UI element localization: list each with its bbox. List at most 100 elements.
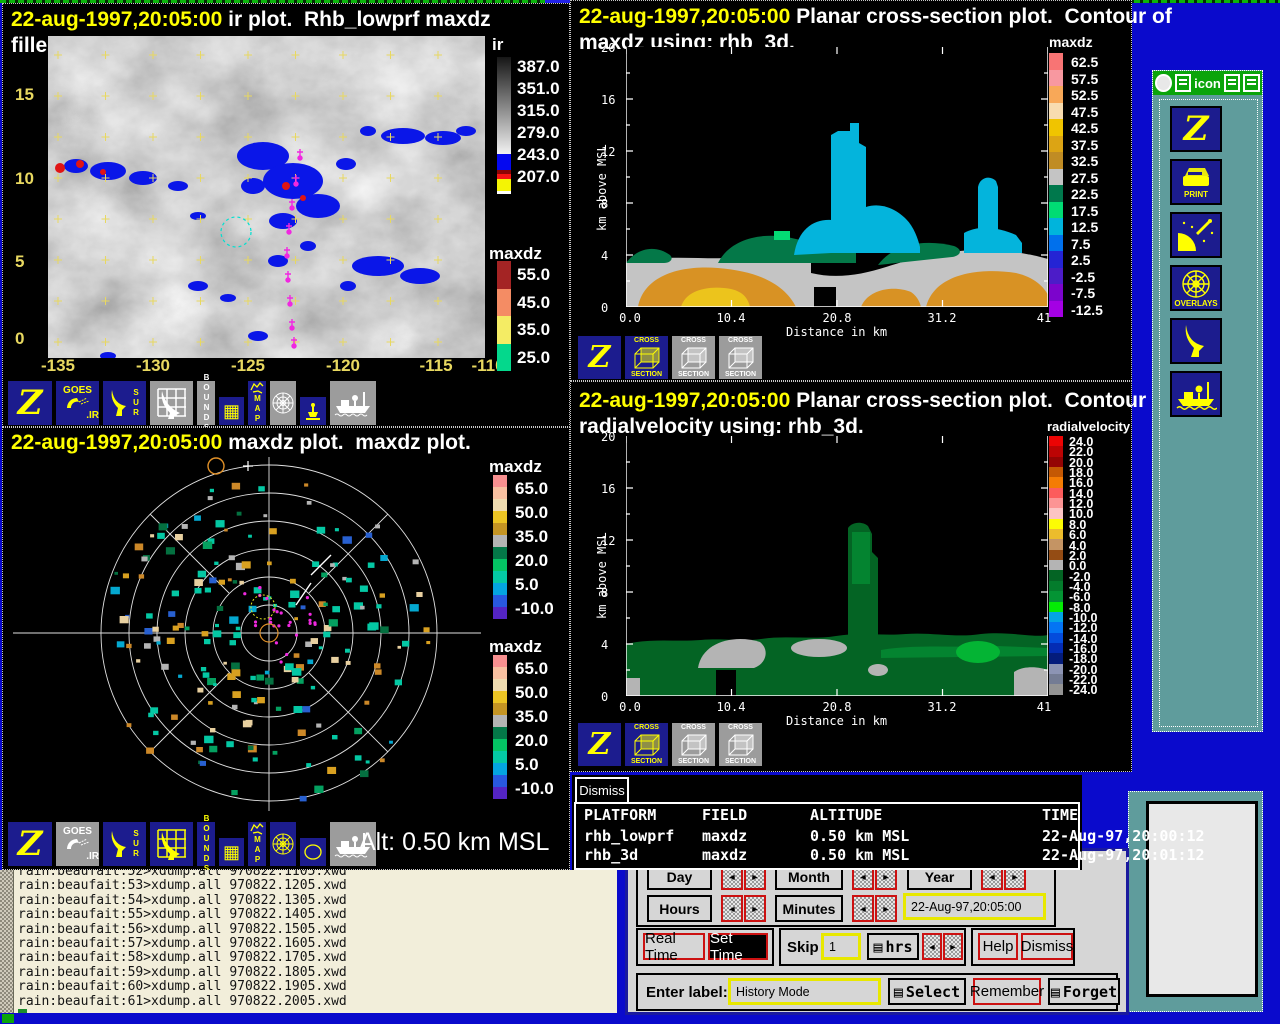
tick-label: -10.0 — [515, 779, 554, 799]
forget-button[interactable]: ▤Forget — [1048, 978, 1120, 1005]
ship-platform-button[interactable] — [1170, 371, 1222, 417]
reflectivity-cell — [230, 640, 237, 645]
reflectivity-cell — [156, 641, 160, 644]
goes-ir-button[interactable]: GOES .IR — [55, 380, 100, 426]
zeb-menu-button[interactable]: Z — [7, 821, 53, 867]
polar-grid-button[interactable] — [269, 821, 297, 867]
reflectivity-cell — [198, 571, 206, 578]
label-field[interactable]: History Mode — [728, 978, 881, 1005]
tick-label: -115 — [419, 356, 452, 376]
radar-button[interactable] — [1170, 318, 1222, 364]
zeb-menu-button[interactable]: Z — [577, 722, 622, 767]
xs2-colorbar-label: radialvelocity — [1047, 419, 1130, 434]
bounds-button[interactable]: BOUNDS — [196, 821, 216, 867]
dismiss-button[interactable]: Dismiss — [1021, 933, 1073, 960]
zeb-menu-button[interactable]: Z — [7, 380, 53, 426]
tick-label: 4 — [601, 249, 608, 263]
skip-back-spinner[interactable]: ◄ — [922, 933, 942, 960]
map-button[interactable]: MAP — [247, 821, 267, 867]
window-menu-icon[interactable] — [1155, 74, 1172, 92]
polar-grid-button[interactable] — [269, 380, 297, 426]
hours-button[interactable]: Hours — [647, 895, 712, 922]
platform-column-header: TIME — [1042, 806, 1078, 825]
reflectivity-cell — [166, 547, 175, 554]
cross-section-button-active[interactable]: CROSS SECTION — [624, 335, 669, 380]
hours-increment-spinner[interactable]: ► — [744, 895, 766, 922]
skip-units-button[interactable]: ▤hrs — [867, 933, 919, 960]
remember-button[interactable]: Remember — [973, 978, 1041, 1005]
terminal-scrollbar[interactable] — [0, 870, 14, 1013]
minutes-increment-spinner[interactable]: ► — [875, 895, 897, 922]
reflectivity-cell — [273, 751, 278, 755]
goes-ir-button[interactable]: GOES .IR — [55, 821, 100, 867]
cross-section-button[interactable]: CROSS SECTION — [671, 335, 716, 380]
radar-grid-button[interactable] — [149, 380, 194, 426]
time-mode-group: Real Time Set Time — [636, 928, 774, 966]
select-button[interactable]: ▤Select — [888, 978, 966, 1005]
skip-forward-spinner[interactable]: ► — [943, 933, 963, 960]
satellite-view-button[interactable] — [1170, 212, 1222, 258]
cube-icon — [633, 347, 661, 369]
ellipse-button[interactable] — [299, 837, 327, 867]
set-time-button[interactable]: Set Time — [708, 933, 768, 960]
reflectivity-cell — [120, 616, 129, 623]
window-restore-icon[interactable] — [1243, 74, 1260, 92]
reflectivity-cell — [354, 728, 362, 734]
grid-button[interactable]: ▦ — [218, 837, 245, 867]
sur-label: SUR — [132, 388, 140, 418]
polar-grid-icon — [271, 391, 295, 415]
hours-decrement-spinner[interactable]: ◄ — [721, 895, 743, 922]
overlays-grid-icon — [1179, 269, 1213, 299]
overlays-button[interactable]: OVERLAYS — [1170, 265, 1222, 311]
buoy-button[interactable] — [299, 396, 327, 426]
tick-label: 55.0 — [517, 265, 550, 285]
minutes-decrement-spinner[interactable]: ◄ — [852, 895, 874, 922]
radialvelocity-cross-section-plot[interactable] — [626, 436, 1048, 696]
satellite-dish-icon — [1176, 217, 1216, 253]
sur-radar-button[interactable]: SUR — [102, 821, 147, 867]
reflectivity-cell — [194, 579, 203, 586]
zeb-menu-button[interactable]: Z — [577, 335, 622, 380]
icon-window-titlebar[interactable]: icon — [1153, 71, 1262, 95]
terminal-window[interactable]: rain:beaufait:52>xdump.all 970822.1105.x… — [0, 870, 617, 1013]
tick-label: -135 — [41, 356, 75, 376]
zeb-main-menu-button[interactable]: Z — [1170, 106, 1222, 152]
real-time-button[interactable]: Real Time — [643, 933, 705, 960]
minutes-button[interactable]: Minutes — [775, 895, 843, 922]
colorbar-swatch — [1049, 202, 1063, 219]
print-button[interactable]: PRINT — [1170, 159, 1222, 205]
maxdz-cross-section-plot[interactable] — [626, 47, 1048, 307]
window-minimize-icon[interactable] — [1224, 74, 1241, 92]
reflectivity-cell — [292, 677, 299, 683]
radar-grid-button[interactable] — [149, 821, 194, 867]
satellite-image[interactable] — [48, 36, 485, 358]
reflectivity-cell — [290, 579, 296, 584]
colorbar-swatch — [497, 261, 511, 289]
dismiss-button[interactable]: Dismiss — [575, 777, 629, 804]
bounds-button[interactable]: BOUNDS — [196, 380, 216, 426]
map-button[interactable]: MAP — [247, 380, 267, 426]
reflectivity-cell — [148, 713, 154, 718]
reflectivity-cell — [316, 724, 321, 728]
sur-radar-button[interactable]: SUR — [102, 380, 147, 426]
radar-ppi-display[interactable] — [11, 455, 481, 813]
cross-section-button[interactable]: CROSS SECTION — [718, 335, 763, 380]
time-value-field[interactable]: 22-Aug-97,20:05:00 — [903, 893, 1046, 920]
terminal-line: rain:beaufait:55>xdump.all 970822.1405.x… — [18, 908, 347, 922]
tick-label: 12.5 — [1071, 219, 1098, 235]
cross-section-button[interactable]: CROSS SECTION — [718, 722, 763, 767]
colorbar-swatch — [497, 316, 511, 344]
reflectivity-cell — [375, 525, 380, 529]
window-list-icon[interactable] — [1175, 74, 1192, 92]
reflectivity-cell — [213, 683, 217, 686]
ship-button[interactable] — [329, 380, 377, 426]
cross-section-button[interactable]: CROSS SECTION — [671, 722, 716, 767]
help-button[interactable]: Help — [978, 933, 1018, 960]
cross-section-button-active[interactable]: CROSS SECTION — [624, 722, 669, 767]
reflectivity-cell — [345, 649, 350, 653]
skip-value-field[interactable]: 1 — [821, 933, 861, 960]
tick-label: -2.5 — [1071, 269, 1095, 285]
grid-button[interactable]: ▦ — [218, 396, 245, 426]
cube-icon — [727, 347, 755, 369]
reflectivity-cell — [330, 563, 335, 567]
